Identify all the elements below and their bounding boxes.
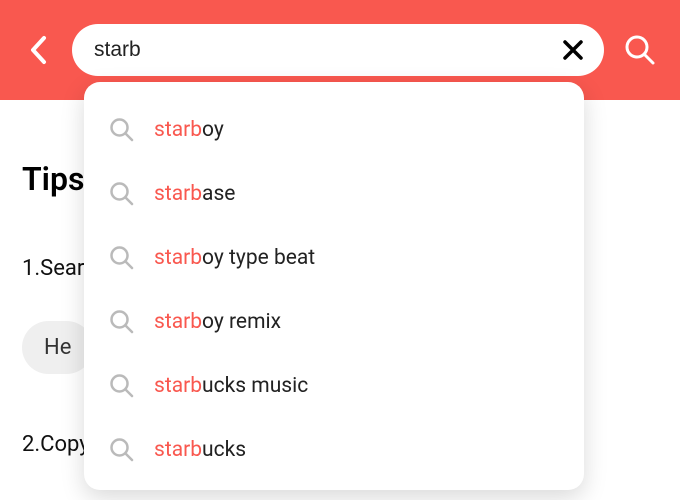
search-icon: [108, 436, 136, 464]
search-box[interactable]: [72, 24, 604, 76]
suggestion-text: starboy type beat: [154, 246, 315, 270]
suggestion-highlight: starb: [154, 310, 202, 334]
suggestion-item[interactable]: starboy: [84, 98, 584, 162]
suggestion-item[interactable]: starbucks music: [84, 354, 584, 418]
suggestion-item[interactable]: starbucks: [84, 418, 584, 482]
suggestion-item[interactable]: starbase: [84, 162, 584, 226]
suggestion-chip[interactable]: He: [22, 321, 93, 374]
suggestion-rest: ucks: [202, 438, 246, 462]
search-input[interactable]: [94, 38, 558, 62]
suggestion-highlight: starb: [154, 182, 202, 206]
search-icon: [624, 34, 656, 66]
search-icon: [108, 180, 136, 208]
chevron-left-icon: [29, 35, 47, 65]
suggestion-rest: oy remix: [202, 310, 281, 334]
suggestion-highlight: starb: [154, 438, 202, 462]
suggestion-text: starboy: [154, 118, 224, 142]
suggestion-text: starbase: [154, 182, 235, 206]
suggestion-highlight: starb: [154, 118, 202, 142]
suggestion-text: starboy remix: [154, 310, 281, 334]
search-icon: [108, 308, 136, 336]
suggestion-rest: oy: [202, 118, 224, 142]
back-button[interactable]: [22, 34, 54, 66]
clear-button[interactable]: [558, 35, 588, 65]
search-icon: [108, 372, 136, 400]
search-icon: [108, 116, 136, 144]
suggestion-highlight: starb: [154, 374, 202, 398]
suggestion-item[interactable]: starboy remix: [84, 290, 584, 354]
suggestion-rest: ase: [202, 182, 235, 206]
search-icon: [108, 244, 136, 272]
suggestion-text: starbucks music: [154, 374, 308, 398]
search-button[interactable]: [622, 32, 658, 68]
suggestion-rest: ucks music: [202, 374, 308, 398]
suggestion-item[interactable]: starboy type beat: [84, 226, 584, 290]
suggestion-text: starbucks: [154, 438, 246, 462]
suggestion-rest: oy type beat: [202, 246, 315, 270]
close-icon: [562, 39, 584, 61]
suggestion-highlight: starb: [154, 246, 202, 270]
autocomplete-dropdown: starboystarbasestarboy type beatstarboy …: [84, 82, 584, 490]
